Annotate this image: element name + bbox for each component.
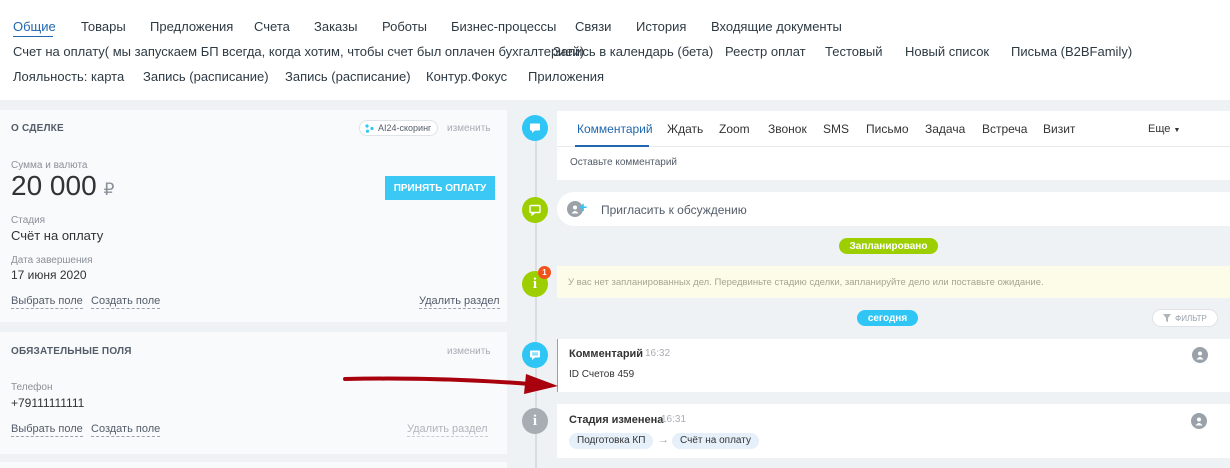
- activity-tab-zoom[interactable]: Zoom: [719, 122, 750, 136]
- tab-invoice-payment[interactable]: Счет на оплату( мы запускаем БП всегда, …: [13, 41, 584, 63]
- filter-icon: [1163, 314, 1172, 322]
- comment-item-icon: [522, 342, 548, 368]
- filter-label: ФИЛЬТР: [1175, 313, 1207, 323]
- tab-calendar-entry[interactable]: Запись в календарь (бета): [553, 41, 713, 63]
- today-badge: сегодня: [857, 310, 918, 326]
- ai-scoring-label: AI24-скоринг: [378, 123, 432, 133]
- ai-scoring-badge[interactable]: AI24-скоринг: [359, 120, 439, 136]
- stage-to-badge: Счёт на оплату: [672, 433, 759, 449]
- activity-tab-underline: [575, 145, 649, 147]
- deal-edit-link[interactable]: изменить: [447, 123, 491, 134]
- tab-letters-b2bfamily[interactable]: Письма (B2BFamily): [1011, 41, 1132, 63]
- next-section: [0, 462, 507, 468]
- phone-label: Телефон: [11, 382, 53, 393]
- activity-more-label: Еще: [1148, 123, 1171, 135]
- accept-payment-button[interactable]: ПРИНЯТЬ ОПЛАТУ: [385, 176, 495, 200]
- stage-author-avatar-icon[interactable]: [1191, 413, 1207, 429]
- entity-tabs: Общие Товары Предложения Счета Заказы Ро…: [0, 0, 1230, 100]
- comment-input[interactable]: Оставьте комментарий: [570, 157, 677, 168]
- tab-products[interactable]: Товары: [81, 16, 126, 38]
- tab-incoming-documents[interactable]: Входящие документы: [711, 16, 842, 38]
- notice-counter-badge: 1: [538, 266, 551, 279]
- tab-schedule-2[interactable]: Запись (расписание): [285, 66, 411, 88]
- tab-robots[interactable]: Роботы: [382, 16, 427, 38]
- tab-payment-registry[interactable]: Реестр оплат: [725, 41, 806, 63]
- comment-item-text: ID Счетов 459: [569, 369, 635, 380]
- stage-from-badge: Подготовка КП: [569, 433, 654, 449]
- delete-section-link[interactable]: Удалить раздел: [419, 295, 500, 309]
- activity-tab-meeting[interactable]: Встреча: [982, 122, 1027, 136]
- currency-symbol: ₽: [103, 180, 115, 199]
- activity-tab-wait[interactable]: Ждать: [667, 122, 703, 136]
- activity-more-button[interactable]: Еще ▼: [1148, 123, 1180, 135]
- close-date-value: 17 июня 2020: [11, 268, 87, 282]
- activity-tab-sms[interactable]: SMS: [823, 122, 849, 136]
- required-delete-section-link[interactable]: Удалить раздел: [407, 423, 488, 437]
- tab-test[interactable]: Тестовый: [825, 41, 883, 63]
- activity-tab-task[interactable]: Задача: [925, 122, 965, 136]
- comment-editor-icon: [522, 115, 548, 141]
- stage-label: Стадия: [11, 215, 46, 226]
- tab-links[interactable]: Связи: [575, 16, 611, 38]
- required-create-field-link[interactable]: Создать поле: [91, 423, 161, 437]
- deal-section: О СДЕЛКЕ AI24-скоринг изменить Сумма и в…: [0, 110, 507, 322]
- tab-applications[interactable]: Приложения: [528, 66, 604, 88]
- planned-badge: Запланировано: [839, 238, 938, 254]
- tab-history[interactable]: История: [636, 16, 686, 38]
- required-edit-link[interactable]: изменить: [447, 346, 491, 357]
- activity-tabs: Комментарий Ждать Zoom Звонок SMS Письмо…: [557, 111, 1230, 147]
- tab-invoices[interactable]: Счета: [254, 16, 290, 38]
- create-field-link[interactable]: Создать поле: [91, 295, 161, 309]
- active-tab-underline: [13, 36, 53, 37]
- amount-number: 20 000: [11, 170, 97, 201]
- choose-field-link[interactable]: Выбрать поле: [11, 295, 83, 309]
- tab-loyalty-card[interactable]: Лояльность: карта: [13, 66, 124, 88]
- tab-orders[interactable]: Заказы: [314, 16, 357, 38]
- invite-label: Пригласить к обсуждению: [601, 203, 747, 217]
- activity-editor: Комментарий Ждать Zoom Звонок SMS Письмо…: [557, 111, 1230, 180]
- invite-row[interactable]: + Пригласить к обсуждению: [557, 192, 1230, 226]
- required-section-title: ОБЯЗАТЕЛЬНЫЕ ПОЛЯ: [11, 346, 132, 357]
- tab-general[interactable]: Общие: [13, 16, 56, 38]
- close-date-label: Дата завершения: [11, 255, 93, 266]
- amount-value: 20 000 ₽: [11, 170, 114, 202]
- activity-tab-call[interactable]: Звонок: [768, 122, 807, 136]
- activity-tab-email[interactable]: Письмо: [866, 122, 909, 136]
- no-tasks-notice: У вас нет запланированных дел. Передвинь…: [557, 266, 1230, 298]
- tab-business-processes[interactable]: Бизнес-процессы: [451, 16, 556, 38]
- author-avatar-icon[interactable]: [1192, 347, 1208, 363]
- tab-schedule-1[interactable]: Запись (расписание): [143, 66, 269, 88]
- chevron-down-icon: ▼: [1173, 127, 1181, 134]
- tab-new-list[interactable]: Новый список: [905, 41, 989, 63]
- stage-arrow-icon: →: [658, 434, 669, 446]
- stage-change-title: Стадия изменена: [569, 414, 664, 426]
- phone-value: +79111111111: [11, 396, 85, 410]
- comment-item-title: Комментарий: [569, 348, 644, 360]
- comment-item[interactable]: Комментарий 16:32 ID Счетов 459: [557, 339, 1230, 392]
- chat-icon: [522, 197, 548, 223]
- stage-value: Счёт на оплату: [11, 228, 104, 243]
- filter-button[interactable]: ФИЛЬТР: [1152, 309, 1218, 327]
- plus-icon: +: [579, 199, 588, 215]
- no-tasks-text: У вас нет запланированных дел. Передвинь…: [568, 277, 1044, 288]
- deal-section-title: О СДЕЛКЕ: [11, 123, 64, 134]
- stage-change-time: 16:31: [661, 414, 687, 425]
- activity-tab-comment[interactable]: Комментарий: [577, 122, 653, 136]
- tab-offers[interactable]: Предложения: [150, 16, 233, 38]
- comment-item-time: 16:32: [645, 348, 671, 359]
- stage-info-icon: i: [522, 408, 548, 434]
- tab-kontur-fokus[interactable]: Контур.Фокус: [426, 66, 507, 88]
- activity-tab-visit[interactable]: Визит: [1043, 122, 1075, 136]
- annotation-arrow-icon: [343, 374, 558, 394]
- scoring-icon: [365, 123, 374, 133]
- stage-change-item: Стадия изменена 16:31 Подготовка КП → Сч…: [557, 404, 1230, 458]
- required-choose-field-link[interactable]: Выбрать поле: [11, 423, 83, 437]
